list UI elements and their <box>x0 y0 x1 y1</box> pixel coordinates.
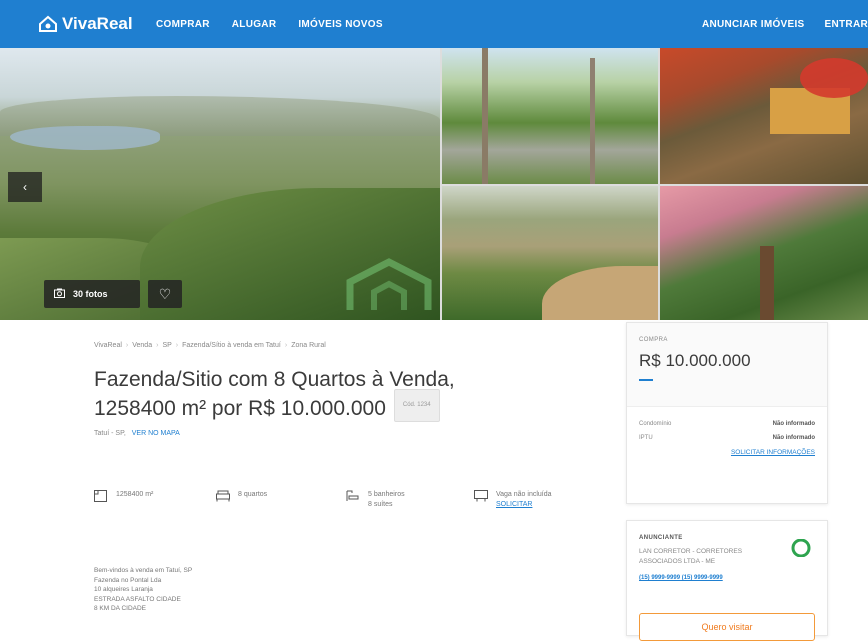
logo-text: VivaReal <box>62 14 133 33</box>
condo-fee-row: Condomínio Não informado <box>639 421 815 427</box>
price-card: COMPRA R$ 10.000.000 Condomínio Não info… <box>626 322 828 504</box>
main-nav: COMPRAR ALUGAR IMÓVEIS NOVOS <box>156 19 383 30</box>
iptu-row: IPTU Não informado <box>639 435 815 441</box>
iptu-label: IPTU <box>639 435 653 441</box>
description-line: 8 KM DA CIDADE <box>94 605 147 612</box>
gallery-prev-button[interactable]: ‹ <box>8 172 42 202</box>
listing-description: Bem-vindos à venda em Tatuí, SP Fazenda … <box>94 566 192 614</box>
nav-anunciar[interactable]: ANUNCIAR IMÓVEIS <box>702 19 805 30</box>
area-icon <box>94 490 108 502</box>
description-line: Bem-vindos à venda em Tatuí, SP <box>94 567 193 574</box>
parking-icon <box>474 490 488 502</box>
feature-parking: Vaga não incluída SOLICITAR <box>474 490 552 510</box>
chevron-left-icon: ‹ <box>23 180 27 194</box>
agent-name: LAN CORRETOR - CORRETORES ASSOCIADOS LTD… <box>639 547 815 567</box>
photo-palm-trees[interactable] <box>442 48 658 184</box>
price-label: COMPRA <box>639 337 668 343</box>
feature-area-value: 1258400 m² <box>116 491 154 498</box>
photo-house-flowers[interactable] <box>660 48 868 184</box>
heart-icon: ♡ <box>158 285 172 302</box>
agent-card: ANUNCIANTE LAN CORRETOR - CORRETORES ASS… <box>626 520 828 641</box>
photos-count-button[interactable]: 30 fotos <box>44 280 140 308</box>
feature-parking-text: Vaga não incluída SOLICITAR <box>496 490 552 510</box>
breadcrumb: VivaReal › Venda › SP › Fazenda/Sítio à ven… <box>94 342 326 349</box>
nav-comprar[interactable]: COMPRAR <box>156 19 210 30</box>
request-parking-link[interactable]: SOLICITAR <box>496 501 532 508</box>
nav-imoveis-novos[interactable]: IMÓVEIS NOVOS <box>298 19 382 30</box>
price-value: R$ 10.000.000 <box>639 351 751 370</box>
breadcrumb-item[interactable]: Zona Rural <box>291 342 326 349</box>
feature-area: 1258400 m² <box>94 490 153 502</box>
breadcrumb-item[interactable]: SP <box>162 342 171 349</box>
request-info-link[interactable]: SOLICITAR INFORMAÇÕES <box>639 449 815 456</box>
right-nav: ANUNCIAR IMÓVEIS ENTRAR <box>702 19 868 30</box>
agent-label: ANUNCIANTE <box>639 535 683 541</box>
price-accent-bar <box>639 379 653 381</box>
features-list: 1258400 m² 8 quartos 5 banheiros 8 suíte… <box>94 490 574 530</box>
description-line: 10 alqueires Laranja <box>94 586 153 593</box>
feature-bedrooms-value: 8 quartos <box>238 491 268 498</box>
photos-count-label: 30 fotos <box>73 289 108 299</box>
feature-bedrooms: 8 quartos <box>216 490 267 502</box>
listing-title: Fazenda/Sitio com 8 Quartos à Venda, 125… <box>94 366 534 426</box>
condo-fee-value: Não informado <box>772 421 815 427</box>
agent-name-line: LAN CORRETOR - CORRETORES <box>639 548 743 555</box>
breadcrumb-item[interactable]: Fazenda/Sítio à venda em Tatuí <box>182 342 281 349</box>
iptu-value: Não informado <box>772 435 815 441</box>
watermark-logo-icon <box>344 258 434 316</box>
price-details: Condomínio Não informado IPTU Não inform… <box>627 407 827 456</box>
camera-icon <box>54 288 65 300</box>
view-map-link[interactable]: VER NO MAPA <box>132 430 180 437</box>
feature-bathrooms: 5 banheiros 8 suítes <box>346 490 405 510</box>
schedule-visit-button[interactable]: Quero visitar <box>639 613 815 641</box>
photo-flowering-tree[interactable] <box>660 186 868 320</box>
bath-icon <box>346 490 360 502</box>
photo-aerial-field[interactable] <box>442 186 658 320</box>
agent-logo-icon <box>791 538 811 558</box>
price-header: COMPRA R$ 10.000.000 <box>627 323 827 407</box>
breadcrumb-item[interactable]: VivaReal <box>94 342 122 349</box>
logo[interactable]: VivaReal <box>38 14 133 34</box>
top-navbar: VivaReal COMPRAR ALUGAR IMÓVEIS NOVOS AN… <box>0 0 868 48</box>
description-line: ESTRADA ASFALTO CIDADE <box>94 595 181 603</box>
feature-parking-value: Vaga não incluída <box>496 491 552 498</box>
bed-icon <box>216 490 230 502</box>
nav-alugar[interactable]: ALUGAR <box>232 19 277 30</box>
feature-suites-value: 8 suítes <box>368 501 393 508</box>
listing-location: Tatuí - SP, VER NO MAPA <box>94 430 180 437</box>
agent-phone-link[interactable]: (15) 9999-9999 (15) 9999-9999 <box>639 575 815 581</box>
favorite-button[interactable]: ♡ <box>148 280 182 308</box>
condo-fee-label: Condomínio <box>639 421 672 427</box>
location-text: Tatuí - SP, <box>94 430 126 437</box>
listing-code-badge: Cód. 1234 <box>393 389 440 422</box>
feature-bathrooms-value: 5 banheiros <box>368 491 405 498</box>
feature-bathrooms-text: 5 banheiros 8 suítes <box>368 490 405 510</box>
photo-gallery: ‹ 30 fotos ♡ <box>0 48 868 320</box>
agent-name-line: ASSOCIADOS LTDA - ME <box>639 558 716 565</box>
logo-icon <box>38 15 58 33</box>
breadcrumb-item[interactable]: Venda <box>132 342 152 349</box>
description-line: Fazenda no Pontal Lda <box>94 576 162 584</box>
nav-entrar[interactable]: ENTRAR <box>825 19 868 30</box>
